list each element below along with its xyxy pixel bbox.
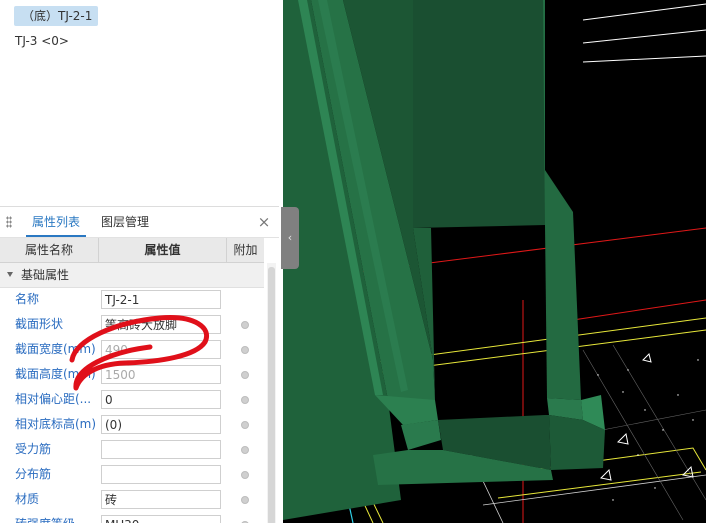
- property-row: 截面形状 等高砖大放脚: [0, 312, 264, 337]
- column-header-extra: 附加: [233, 243, 258, 257]
- property-value-input[interactable]: 1500: [101, 365, 221, 384]
- property-value-input[interactable]: 等高砖大放脚: [101, 315, 221, 334]
- property-row: 截面宽度(mm) 490: [0, 337, 264, 362]
- scrollbar[interactable]: [267, 263, 276, 523]
- property-value-input[interactable]: MU30: [101, 515, 221, 523]
- collapse-triangle-icon: [7, 272, 13, 277]
- tab-bar: 属性列表 图层管理 ×: [0, 207, 279, 238]
- left-panel: （底）TJ-2-1 TJ-3 <0> 属性列表 图层管理 × 属性名称 属性值 …: [0, 0, 279, 523]
- attach-checkbox[interactable]: [241, 471, 249, 479]
- property-row: 相对底标高(m) (0): [0, 412, 264, 437]
- group-label: 基础属性: [21, 268, 70, 282]
- property-row: 砖强度等级MU30: [0, 512, 264, 523]
- collapse-panel-button[interactable]: ‹: [281, 207, 299, 269]
- property-name: 相对底标高(m): [15, 417, 97, 431]
- attach-checkbox[interactable]: [241, 371, 249, 379]
- cad-scene: [283, 0, 706, 523]
- tab-property-list[interactable]: 属性列表: [26, 207, 87, 237]
- property-value-input[interactable]: TJ-2-1: [101, 290, 221, 309]
- tree-item-selected[interactable]: （底）TJ-2-1: [14, 6, 99, 26]
- property-name: 截面高度(mm): [15, 367, 96, 381]
- property-row: 名称 TJ-2-1: [0, 287, 264, 312]
- property-value-input[interactable]: (0): [101, 415, 221, 434]
- group-basic-properties[interactable]: 基础属性: [0, 263, 264, 288]
- property-name: 受力筋: [15, 442, 52, 456]
- drag-handle-icon[interactable]: [6, 216, 12, 228]
- column-header-name: 属性名称: [0, 238, 99, 262]
- property-value-input[interactable]: 490: [101, 340, 221, 359]
- attach-checkbox[interactable]: [241, 321, 249, 329]
- property-row: 相对偏心距(... 0: [0, 387, 264, 412]
- component-tree: （底）TJ-2-1 TJ-3 <0>: [0, 0, 279, 200]
- attach-checkbox[interactable]: [241, 346, 249, 354]
- close-icon[interactable]: ×: [255, 213, 273, 231]
- tree-item[interactable]: TJ-3 <0>: [15, 32, 69, 50]
- property-name: 材质: [15, 492, 40, 506]
- property-name: 截面宽度(mm): [15, 342, 96, 356]
- 3d-viewport[interactable]: [283, 0, 706, 523]
- property-name: 砖强度等级: [15, 512, 99, 523]
- attach-checkbox[interactable]: [241, 421, 249, 429]
- properties-panel: 属性列表 图层管理 × 属性名称 属性值 附加 基础属性 名称 TJ-2-1 截面形…: [0, 206, 279, 523]
- attach-checkbox[interactable]: [241, 496, 249, 504]
- tab-layer-management[interactable]: 图层管理: [95, 207, 155, 237]
- property-row: 材质 砖: [0, 487, 264, 512]
- property-value-input[interactable]: 0: [101, 390, 221, 409]
- attach-checkbox[interactable]: [241, 396, 249, 404]
- property-value-input[interactable]: [101, 465, 221, 484]
- property-name: 分布筋: [15, 467, 52, 481]
- column-header-value: 属性值: [99, 238, 227, 262]
- property-name: 截面形状: [15, 317, 64, 331]
- property-value-input[interactable]: 砖: [101, 490, 221, 509]
- property-row: 分布筋: [0, 462, 264, 487]
- property-name: 相对偏心距(...: [15, 392, 92, 406]
- table-header: 属性名称 属性值 附加: [0, 238, 264, 263]
- brick-foundation-model: [283, 0, 605, 520]
- property-name: 名称: [15, 292, 40, 306]
- property-row: 截面高度(mm) 1500: [0, 362, 264, 387]
- attach-checkbox[interactable]: [241, 446, 249, 454]
- property-value-input[interactable]: [101, 440, 221, 459]
- property-row: 受力筋: [0, 437, 264, 462]
- scrollbar-thumb[interactable]: [268, 267, 275, 523]
